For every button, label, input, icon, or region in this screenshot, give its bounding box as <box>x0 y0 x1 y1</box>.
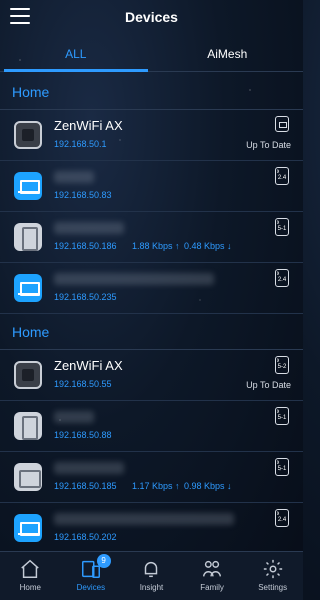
router-icon <box>14 121 42 149</box>
device-ip: 192.168.50.186 <box>54 241 117 251</box>
wifi-band-icon: 2.4 <box>275 269 289 287</box>
wifi-band-icon: 5-1 <box>275 218 289 236</box>
device-name-redacted <box>54 462 124 474</box>
upload-speed: 1.88 Kbps ↑ <box>132 241 180 251</box>
page-title: Devices <box>125 9 178 25</box>
nav-home[interactable]: Home <box>0 552 61 600</box>
device-ip: 192.168.50.202 <box>54 532 117 542</box>
tab-aimesh[interactable]: AiMesh <box>152 40 304 71</box>
nav-insight[interactable]: Insight <box>121 552 182 600</box>
firmware-status: Up To Date <box>246 380 291 390</box>
download-speed: 0.98 Kbps ↓ <box>184 481 232 491</box>
nav-label: Family <box>200 583 224 592</box>
laptop-icon <box>14 514 42 542</box>
home-icon <box>21 559 40 578</box>
wifi-band-icon: 2.4 <box>275 167 289 185</box>
family-icon <box>203 560 222 577</box>
device-ip: 192.168.50.83 <box>54 190 112 200</box>
device-ip: 192.168.50.55 <box>54 379 112 389</box>
device-ip: 192.168.50.185 <box>54 481 117 491</box>
group-header-home: Home <box>0 314 303 350</box>
phone-icon <box>14 223 42 251</box>
router-icon <box>14 361 42 389</box>
devices-count-badge: 9 <box>96 554 111 568</box>
download-speed: 0.48 Kbps ↓ <box>184 241 232 251</box>
device-row[interactable]: 192.168.50.83 2.4 <box>0 161 303 212</box>
group-header-home: Home <box>0 74 303 110</box>
firmware-status: Up To Date <box>246 140 291 150</box>
device-row[interactable]: 192.168.50.235 2.4 <box>0 263 303 314</box>
device-row[interactable]: 192.168.50.88 5-1 <box>0 401 303 452</box>
device-name-redacted <box>54 171 94 183</box>
phone-icon <box>14 412 42 440</box>
nav-devices[interactable]: 9 Devices <box>61 552 122 600</box>
nav-settings[interactable]: Settings <box>242 552 303 600</box>
device-ip: 192.168.50.1 <box>54 139 107 149</box>
nav-family[interactable]: Family <box>182 552 243 600</box>
laptop-icon <box>14 274 42 302</box>
laptop-icon <box>14 172 42 200</box>
wifi-band-icon: 5-1 <box>275 458 289 476</box>
wifi-band-icon: 2.4 <box>275 509 289 527</box>
device-ip: 192.168.50.88 <box>54 430 112 440</box>
device-row[interactable]: ZenWiFi AX 192.168.50.1 Up To Date <box>0 110 303 161</box>
app-header: Devices <box>0 0 303 36</box>
device-name: ZenWiFi AX <box>54 118 123 133</box>
device-name-redacted <box>54 513 234 525</box>
tab-bar: ALL AiMesh <box>0 40 303 72</box>
gear-icon <box>263 559 282 579</box>
nav-label: Insight <box>139 583 164 592</box>
device-name-redacted <box>54 411 94 423</box>
bottom-navigation: Home 9 Devices Insight Family Settings <box>0 551 303 600</box>
device-ip: 192.168.50.235 <box>54 292 117 302</box>
link-icon <box>275 116 289 132</box>
device-row[interactable]: 192.168.50.186 1.88 Kbps ↑ 0.48 Kbps ↓ 5… <box>0 212 303 263</box>
device-row[interactable]: 192.168.50.202 2.4 <box>0 503 303 550</box>
nav-label: Devices <box>76 583 106 592</box>
wifi-band-icon: 5-2 <box>275 356 289 374</box>
device-name-redacted <box>54 222 124 234</box>
tablet-icon <box>14 463 42 491</box>
nav-label: Settings <box>258 583 288 592</box>
device-list[interactable]: Home ZenWiFi AX 192.168.50.1 Up To Date … <box>0 74 303 550</box>
upload-speed: 1.17 Kbps ↑ <box>132 481 180 491</box>
device-name-redacted <box>54 273 214 285</box>
wifi-band-icon: 5-1 <box>275 407 289 425</box>
nav-label: Home <box>19 583 41 592</box>
bell-icon <box>145 561 158 578</box>
tab-all[interactable]: ALL <box>0 40 152 72</box>
device-name: ZenWiFi AX <box>54 358 123 373</box>
device-row[interactable]: ZenWiFi AX 192.168.50.55 5-2 Up To Date <box>0 350 303 401</box>
device-row[interactable]: 192.168.50.185 1.17 Kbps ↑ 0.98 Kbps ↓ 5… <box>0 452 303 503</box>
